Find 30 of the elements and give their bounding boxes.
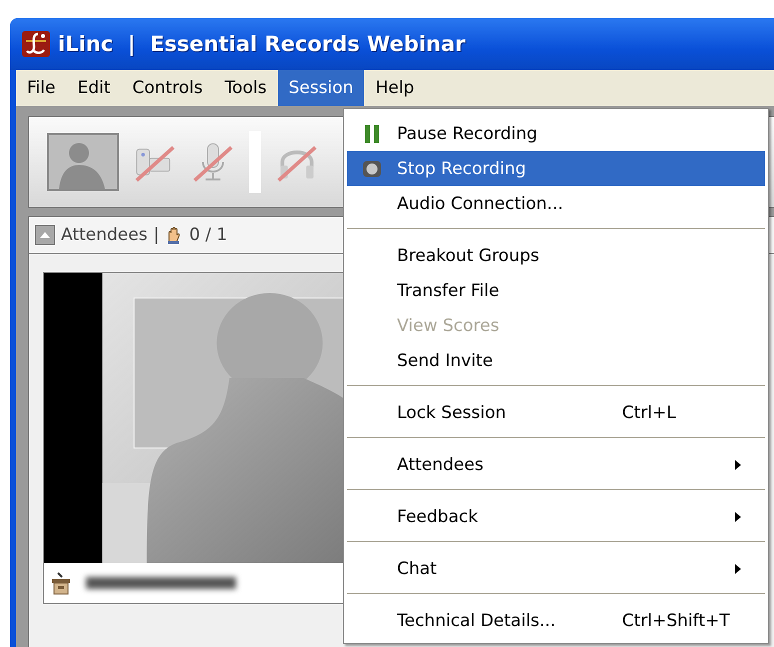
podium-icon — [50, 571, 72, 595]
panel-title: Attendees — [61, 225, 148, 245]
menu-item[interactable]: Controls — [121, 70, 214, 106]
raised-hand-count: 0 / 1 — [189, 225, 228, 245]
app-logo-icon — [22, 31, 50, 57]
menu-option[interactable]: Breakout Groups — [347, 238, 765, 273]
menu-option[interactable]: Pause Recording — [347, 116, 765, 151]
menu-option[interactable]: Chat — [347, 551, 765, 586]
menu-option[interactable]: Send Invite — [347, 343, 765, 378]
pause-icon — [362, 124, 382, 144]
menu-item[interactable]: Edit — [66, 70, 122, 106]
submenu-arrow-icon — [735, 512, 741, 522]
menu-item[interactable]: Tools — [214, 70, 278, 106]
menu-option[interactable]: Audio Connection... — [347, 186, 765, 221]
menu-item[interactable]: File — [16, 70, 66, 106]
menu-option[interactable]: Lock Session Ctrl+L — [347, 395, 765, 430]
submenu-arrow-icon — [735, 564, 741, 574]
menu-option[interactable]: Stop Recording — [347, 151, 765, 186]
submenu-arrow-icon — [735, 460, 741, 470]
header-divider: | — [153, 225, 160, 245]
window-title: iLinc | Essential Records Webinar — [58, 32, 466, 56]
video-button[interactable] — [47, 133, 119, 191]
menu-item[interactable]: Session — [278, 70, 364, 106]
menu-item[interactable]: Help — [364, 70, 426, 106]
menu-option[interactable]: Transfer File — [347, 273, 765, 308]
collapse-button[interactable] — [35, 225, 55, 245]
stop-icon — [362, 158, 382, 178]
menu-option[interactable]: Attendees — [347, 447, 765, 482]
menu-option[interactable]: Technical Details... Ctrl+Shift+T — [347, 603, 765, 638]
menu-option[interactable]: Feedback — [347, 499, 765, 534]
